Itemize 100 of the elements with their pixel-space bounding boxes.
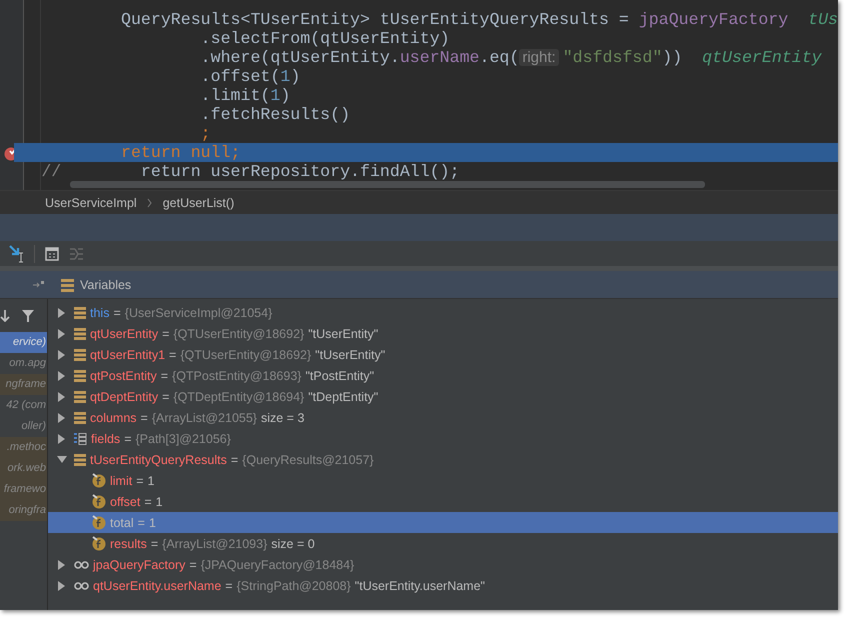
array-icon — [74, 432, 87, 444]
variable-name: results — [110, 536, 147, 550]
variable-row[interactable]: qtPostEntity = {QTPostEntity@18693} "tPostEntity" — [48, 365, 838, 386]
variable-value: {ArrayList@21055} — [152, 410, 257, 424]
stack-frame[interactable]: ervice) — [0, 332, 47, 353]
variable-row[interactable]: limit = 1 — [48, 470, 838, 491]
string-literal: "dsfdsfsd" — [562, 48, 662, 67]
object-icon — [74, 390, 86, 402]
code-text: )) — [662, 48, 682, 67]
variable-row[interactable]: this = {UserServiceImpl@21054} — [48, 302, 838, 323]
variable-value: {QTUserEntity@18692} — [173, 326, 304, 340]
equals-sign: = — [150, 536, 158, 550]
variable-name: limit — [110, 474, 132, 488]
equals-sign: = — [162, 390, 170, 404]
equals-sign: = — [124, 432, 132, 446]
breadcrumb-item[interactable]: getUserList() — [162, 196, 234, 210]
keyword-text: ; — [200, 124, 211, 143]
code-text: QueryResults<TUserEntity> tUserEntityQueryResults = — [120, 10, 630, 29]
variable-detail: size = 3 — [260, 410, 304, 424]
field-icon — [92, 515, 106, 530]
equals-sign: = — [225, 578, 233, 592]
panel-title: Variables — [80, 278, 132, 292]
variable-row[interactable]: qtUserEntity = {QTUserEntity@18692} "tUserEntity" — [48, 323, 838, 344]
equals-sign: = — [189, 558, 197, 572]
variable-row[interactable]: qtDeptEntity = {QTDeptEntity@18694} "tDeptEntity" — [48, 386, 838, 407]
calculator-icon — [45, 246, 59, 260]
variable-value: {QTUserEntity@18692} — [180, 348, 312, 362]
variable-name: qtPostEntity — [90, 368, 157, 382]
code-text: ) — [290, 67, 300, 86]
variables-icon — [61, 278, 74, 292]
equals-sign: = — [230, 452, 238, 466]
comment-marker: // — [41, 162, 62, 181]
variable-name: qtUserEntity1 — [90, 348, 166, 362]
variable-name: tUserEntityQueryResults — [90, 452, 227, 466]
variable-value: {Path[3]@21056} — [136, 432, 231, 446]
variable-value: {QueryResults@21057} — [242, 452, 374, 466]
parameter-hint: right: — [519, 49, 559, 66]
chevron-icon — [146, 198, 153, 208]
filter-icon — [22, 308, 34, 322]
variable-detail: "tUserEntity.userName" — [354, 578, 485, 592]
variable-value: {UserServiceImpl@21054} — [124, 306, 272, 320]
object-icon — [74, 328, 86, 340]
variable-row[interactable]: qtUserEntity1 = {QTUserEntity@18692} "tUserEntity" — [48, 344, 838, 365]
stack-frame[interactable]: om.apg — [0, 353, 47, 374]
stack-frame[interactable]: oller) — [0, 416, 47, 437]
code-text: .selectFrom(qtUserEntity) — [200, 29, 450, 48]
code-text: .where(qtUserEntity. — [200, 48, 400, 67]
code-text: .offset( — [200, 67, 280, 86]
variable-name: this — [90, 306, 110, 320]
code-text: .eq( — [480, 48, 520, 67]
equals-sign: = — [144, 494, 152, 508]
variable-name: qtUserEntity.userName — [93, 578, 222, 592]
number-literal: 1 — [270, 86, 280, 105]
variable-value: {QTPostEntity@18693} — [172, 368, 302, 382]
number-literal: 1 — [280, 67, 290, 86]
variable-name: jpaQueryFactory — [93, 558, 186, 572]
variable-row[interactable]: jpaQueryFactory = {JPAQueryFactory@18484} — [48, 554, 838, 575]
variable-row[interactable]: results = {ArrayList@21093} size = 0 — [48, 533, 838, 554]
field-icon — [92, 494, 106, 509]
list-icon[interactable] — [69, 246, 84, 260]
code-text: return userRepository.findAll(); — [140, 162, 460, 181]
code-text: .limit( — [200, 86, 270, 105]
equals-sign: = — [138, 516, 145, 530]
field-name: userName — [400, 48, 480, 67]
stack-frame[interactable]: 42 (com — [0, 395, 47, 416]
field-icon — [92, 473, 106, 488]
equals-sign: = — [136, 474, 144, 488]
keyword-text: return null; — [120, 143, 241, 162]
equals-sign: = — [162, 326, 170, 340]
variable-detail: "tPostEntity" — [305, 368, 374, 382]
variable-detail: 1 — [148, 474, 154, 488]
variable-value: {JPAQueryFactory@18484} — [200, 558, 354, 572]
object-icon — [74, 412, 86, 424]
variable-value: {StringPath@20808} — [236, 578, 351, 592]
variable-name: total — [110, 516, 134, 530]
variable-row[interactable]: tUserEntityQueryResults = {QueryResults@21057} — [48, 449, 838, 470]
glasses-icon — [74, 580, 89, 590]
horizontal-scrollbar[interactable] — [70, 181, 705, 188]
equals-sign: = — [160, 368, 168, 382]
inline-value-hint: tUs — [807, 10, 838, 29]
equals-sign: = — [169, 348, 176, 362]
code-text: ) — [280, 86, 290, 105]
object-icon — [74, 306, 86, 318]
variable-name: columns — [90, 410, 137, 424]
equals-sign: = — [140, 410, 148, 424]
breadcrumb-item[interactable]: UserServiceImpl — [45, 196, 137, 210]
object-icon — [74, 370, 86, 382]
variable-row[interactable]: fields = {Path[3]@21056} — [48, 428, 838, 449]
variable-row[interactable]: qtUserEntity.userName = {StringPath@20808} "tUserEntity.userName" — [48, 575, 838, 596]
variable-name: qtDeptEntity — [90, 390, 158, 404]
variable-row[interactable]: offset = 1 — [48, 491, 838, 512]
variable-name: offset — [110, 494, 140, 508]
field-icon — [92, 536, 106, 551]
variable-row[interactable]: columns = {ArrayList@21055} size = 3 — [48, 407, 838, 428]
variable-detail: 1 — [156, 494, 163, 508]
down-arrow-icon — [0, 310, 10, 322]
equals-sign: = — [113, 306, 121, 320]
variable-detail: "tDeptEntity" — [308, 390, 378, 404]
variable-name: qtUserEntity — [90, 326, 158, 340]
glasses-icon — [74, 560, 89, 570]
